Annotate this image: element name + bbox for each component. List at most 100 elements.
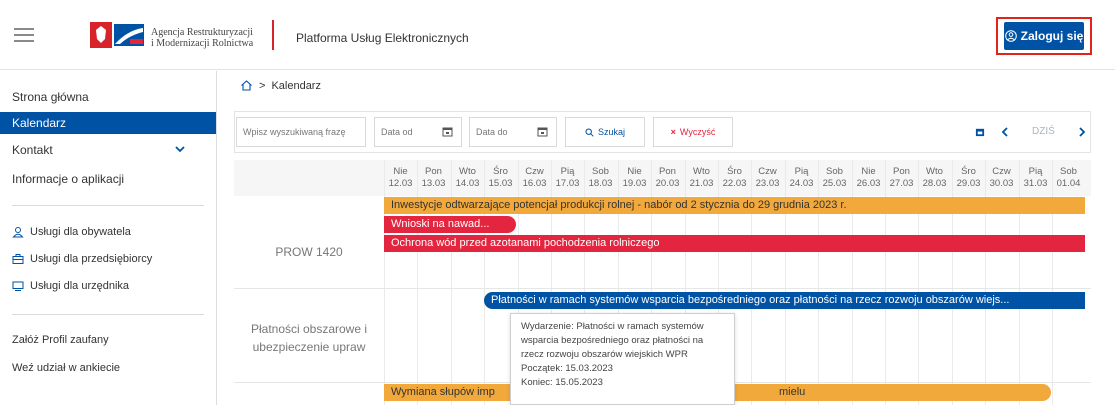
day-name: Sob: [592, 166, 609, 177]
day-label: Pią 24.03: [785, 166, 818, 190]
day-date: 30.03: [989, 178, 1014, 189]
day-name: Śro: [961, 166, 976, 177]
clear-button[interactable]: × Wyczyść: [653, 117, 733, 147]
day-date: 17.03: [555, 178, 580, 189]
sidebar-service-citizen[interactable]: Usługi dla obywatela: [12, 226, 131, 238]
breadcrumb-separator: >: [259, 79, 266, 92]
close-icon: ×: [670, 127, 676, 137]
sidebar-item-label: Kontakt: [12, 143, 53, 157]
briefcase-icon: [12, 254, 24, 264]
day-name: Wto: [926, 166, 943, 177]
calendar-icon[interactable]: [975, 127, 985, 137]
day-label: Wto 28.03: [918, 166, 951, 190]
event-bar[interactable]: Ochrona wód przed azotanami pochodzenia …: [384, 235, 1085, 252]
day-name: Czw: [758, 166, 777, 177]
user-icon: [12, 227, 24, 238]
arimr-logo: [90, 22, 144, 48]
day-date: 15.03: [488, 178, 513, 189]
group-title-line: ubezpieczenie upraw: [252, 340, 366, 354]
day-date: 21.03: [689, 178, 714, 189]
home-icon[interactable]: [240, 79, 253, 92]
day-label: Sob 01.04: [1052, 166, 1085, 190]
day-label: Wto 14.03: [451, 166, 484, 190]
day-date: 19.03: [622, 178, 647, 189]
day-date: 16.03: [522, 178, 547, 189]
day-name: Sob: [1060, 166, 1077, 177]
day-date: 18.03: [588, 178, 613, 189]
sidebar-item-label: Kalendarz: [12, 116, 67, 130]
login-button[interactable]: Zaloguj się: [1004, 22, 1084, 50]
today-button[interactable]: DZIŚ: [1032, 126, 1055, 137]
sidebar-item-about[interactable]: Informacje o aplikacji: [0, 168, 216, 190]
hamburger-menu-icon[interactable]: [14, 28, 34, 42]
sidebar-item-label: Strona główna: [12, 90, 89, 104]
day-label: Czw 23.03: [751, 166, 784, 190]
top-header: Agencja Restrukturyzacji i Modernizacji …: [0, 0, 1115, 70]
day-label: Pią 31.03: [1019, 166, 1052, 190]
search-input[interactable]: [243, 127, 365, 137]
agency-line-2: i Modernizacji Rolnictwa: [151, 38, 254, 49]
chevron-left-icon[interactable]: [1001, 126, 1010, 137]
day-name: Pią: [560, 166, 575, 177]
calendar-icon[interactable]: [537, 126, 548, 137]
day-date: 28.03: [922, 178, 947, 189]
sidebar-trusted-profile-link[interactable]: Załóż Profil zaufany: [12, 334, 109, 346]
sidebar-item-label: Informacje o aplikacji: [12, 172, 125, 186]
day-date: 27.03: [889, 178, 914, 189]
day-label: Sob 18.03: [584, 166, 617, 190]
day-name: Śro: [727, 166, 742, 177]
event-bar[interactable]: Płatności w ramach systemów wsparcia bez…: [484, 292, 1085, 309]
event-bar[interactable]: Inwestycje odtwarzające potencjał produk…: [384, 197, 1085, 214]
breadcrumb-current: Kalendarz: [271, 79, 321, 92]
day-label: Śro 29.03: [952, 166, 985, 190]
day-date: 12.03: [388, 178, 413, 189]
clear-button-label: Wyczyść: [679, 127, 716, 137]
search-field[interactable]: [236, 117, 366, 147]
sidebar-item-contact[interactable]: Kontakt: [0, 139, 216, 161]
day-label: Czw 16.03: [518, 166, 551, 190]
sidebar-divider: [12, 314, 204, 315]
day-name: Nie: [627, 166, 642, 177]
day-name: Nie: [861, 166, 876, 177]
filter-bar: Szukaj × Wyczyść DZIŚ: [234, 111, 1091, 153]
day-name: Pią: [1028, 166, 1043, 177]
tooltip-line: wsparcia bezpośredniego oraz płatności n…: [521, 335, 704, 346]
sidebar-item-calendar[interactable]: Kalendarz: [0, 112, 216, 134]
search-button-label: Szukaj: [597, 127, 625, 137]
day-name: Wto: [693, 166, 710, 177]
day-label: Czw 30.03: [985, 166, 1018, 190]
day-label: Wto 21.03: [685, 166, 718, 190]
agency-name: Agencja Restrukturyzacji i Modernizacji …: [151, 27, 253, 49]
row-divider: [234, 288, 1091, 289]
day-name: Czw: [525, 166, 544, 177]
sidebar-service-official[interactable]: Usługi dla urzędnika: [12, 280, 129, 292]
sidebar-divider: [12, 205, 204, 206]
event-bar[interactable]: Wnioski na nawad...: [384, 216, 516, 233]
header-divider: [272, 20, 274, 50]
day-label: Nie 26.03: [852, 166, 885, 190]
calendar-icon[interactable]: [442, 126, 453, 137]
calendar-navigation: DZIŚ: [975, 126, 1086, 137]
day-label: Pon 13.03: [417, 166, 450, 190]
day-label: Nie 12.03: [384, 166, 417, 190]
event-bar-label: mielu: [779, 386, 806, 398]
chevron-right-icon[interactable]: [1077, 126, 1086, 137]
day-date: 01.04: [1056, 178, 1081, 189]
sidebar-service-business[interactable]: Usługi dla przedsiębiorcy: [12, 253, 152, 265]
day-date: 22.03: [722, 178, 747, 189]
group-title-line: Płatności obszarowe i: [250, 322, 368, 336]
event-tooltip: Wydarzenie: Płatności w ramach systemów …: [510, 313, 735, 405]
day-date: 29.03: [956, 178, 981, 189]
tooltip-line: rzecz rozwoju obszarów wiejskich WPR: [521, 349, 688, 360]
agency-line-1: Agencja Restrukturyzacji: [151, 27, 253, 38]
sidebar-item-home[interactable]: Strona główna: [0, 86, 216, 108]
date-to-field[interactable]: [469, 117, 557, 147]
service-label: Usługi dla urzędnika: [30, 280, 130, 292]
day-date: 23.03: [755, 178, 780, 189]
day-name: Pią: [794, 166, 809, 177]
search-button[interactable]: Szukaj: [565, 117, 645, 147]
day-date: 31.03: [1023, 178, 1048, 189]
day-label: Sob 25.03: [818, 166, 851, 190]
sidebar-survey-link[interactable]: Weź udział w ankiecie: [12, 362, 120, 374]
date-from-field[interactable]: [374, 117, 462, 147]
